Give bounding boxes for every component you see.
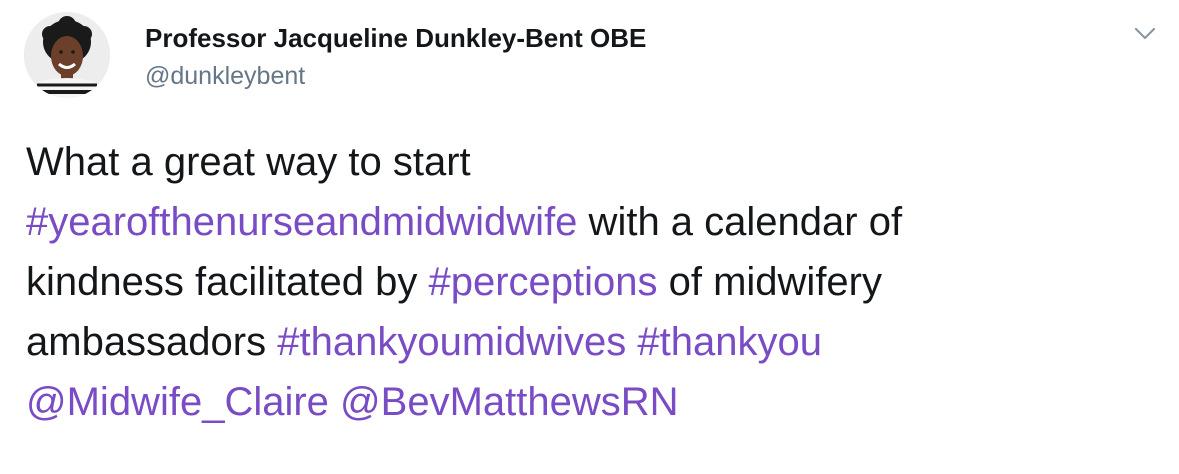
author-handle[interactable]: @dunkleybent (145, 60, 646, 92)
author-display-name[interactable]: Professor Jacqueline Dunkley-Bent OBE (145, 22, 646, 54)
tweet-text-line: ambassadors #thankyoumidwives #thankyou (26, 312, 1146, 372)
mention-link[interactable]: @BevMatthewsRN (340, 380, 678, 424)
tweet-text-segment: What a great way to start (26, 140, 471, 184)
hashtag-link[interactable]: #thankyoumidwives (277, 320, 626, 364)
hashtag-link[interactable]: #yearofthenurseandmidwidwife (26, 200, 577, 244)
tweet-text-line: @Midwife_Claire @BevMatthewsRN (26, 372, 1146, 432)
tweet: Professor Jacqueline Dunkley-Bent OBE @d… (0, 0, 1179, 474)
hashtag-link[interactable]: #thankyou (637, 320, 822, 364)
hashtag-link[interactable]: #perceptions (428, 260, 657, 304)
tweet-text-line: #yearofthenurseandmidwidwife with a cale… (26, 192, 1146, 252)
tweet-text-segment: with a calendar of (577, 200, 903, 244)
tweet-text-segment (626, 320, 637, 364)
tweet-text-segment (329, 380, 340, 424)
author-info: Professor Jacqueline Dunkley-Bent OBE @d… (145, 22, 646, 92)
profile-photo-icon (24, 12, 110, 98)
tweet-text-segment: of midwifery (657, 260, 882, 304)
mention-link[interactable]: @Midwife_Claire (26, 380, 329, 424)
tweet-menu-button[interactable] (1131, 22, 1159, 44)
tweet-text-segment: kindness facilitated by (26, 260, 429, 304)
author-avatar[interactable] (24, 12, 110, 98)
tweet-text-segment: ambassadors (26, 320, 278, 364)
chevron-down-icon (1134, 27, 1156, 40)
tweet-text: What a great way to start #yearofthenurs… (26, 132, 1146, 432)
tweet-text-line: kindness facilitated by #perceptions of … (26, 252, 1146, 312)
tweet-text-line: What a great way to start (26, 132, 1146, 192)
